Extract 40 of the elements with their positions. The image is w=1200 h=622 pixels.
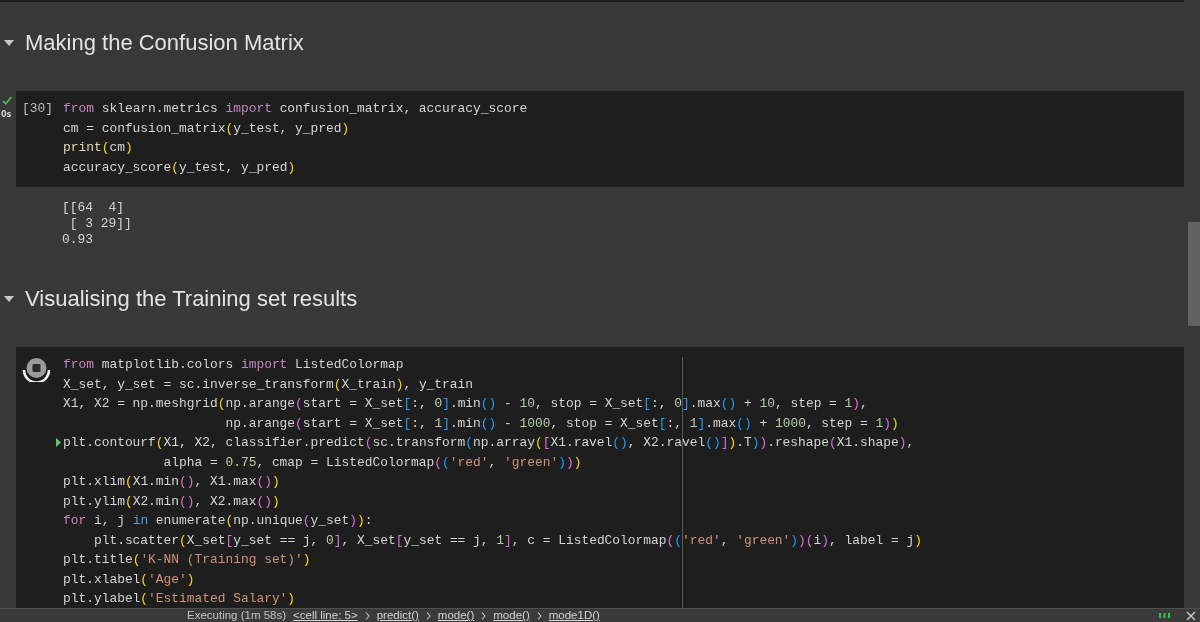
call-stack-link[interactable]: mode() xyxy=(437,609,475,622)
code-line: plt.ylabel('Estimated Salary') xyxy=(63,590,296,608)
call-stack-link[interactable]: mode1D() xyxy=(548,609,600,622)
caret-icon[interactable] xyxy=(4,40,14,46)
execution-time: 0s xyxy=(1,110,12,119)
call-stack-link[interactable]: mode() xyxy=(493,609,530,622)
status-text: Executing (1m 58s) xyxy=(187,609,287,622)
code-line: plt.title('K-NN (Training set)') xyxy=(63,551,311,569)
chevron-icon xyxy=(481,611,487,620)
code-line: X_set, y_set = sc.inverse_transform(X_train), y_train xyxy=(63,375,474,394)
chevron-icon xyxy=(364,611,370,620)
code-line: accuracy_score(y_test, y_pred) xyxy=(63,158,296,177)
call-stack-link[interactable]: predict() xyxy=(376,609,419,622)
code-line: alpha = 0.75, cmap = ListedColormap(('red', 'green'))) xyxy=(162,453,582,472)
section-heading: Visualising the Training set results xyxy=(25,285,358,313)
code-line: from matplotlib.colors import ListedColormap xyxy=(63,356,404,374)
code-line: X1, X2 = np.meshgrid(np.arange(start = X_set[:, 0].min() - 10, stop = X_set[:, 0].max() + 10, step = 1), xyxy=(63,395,868,413)
output-line: [[64 4] xyxy=(62,200,124,216)
code-line: plt.scatter(X_set[y_set == j, 0], X_set[y_set == j, 1], c = ListedColormap(('red', 'green'))(i), label = j) xyxy=(92,531,922,550)
execution-count: [30] xyxy=(22,100,53,118)
code-line: cm = confusion_matrix(y_test, y_pred) xyxy=(63,119,350,138)
chevron-icon xyxy=(425,611,431,620)
stop-icon[interactable] xyxy=(22,356,51,382)
code-line: print(cm) xyxy=(63,139,133,157)
call-stack-link[interactable]: <cell line: 5> xyxy=(293,609,358,622)
code-line: from sklearn.metrics import confusion_matrix, accuracy_score xyxy=(63,100,528,118)
scrollbar-thumb[interactable] xyxy=(1188,222,1200,326)
code-line: np.arange(start = X_set[:, 1].min() - 1000, stop = X_set[:, 1].max() + 1000, step = 1)) xyxy=(224,414,899,433)
progress-dots-icon xyxy=(1159,613,1170,618)
code-line: plt.xlim(X1.min(), X1.max()) xyxy=(63,473,280,491)
close-icon[interactable] xyxy=(1186,610,1196,621)
code-line: plt.contourf(X1, X2, classifier.predict(sc.transform(np.array([X1.ravel(), X2.ravel()]).T)).reshape(X1.shape), xyxy=(63,434,915,452)
output-line: [ 3 29]] xyxy=(68,216,132,232)
code-line: for i, j in enumerate(np.unique(y_set)): xyxy=(63,512,373,530)
code-line: plt.xlabel('Age') xyxy=(63,570,195,589)
code-line: plt.ylim(X2.min(), X2.max()) xyxy=(63,492,280,511)
section-heading: Making the Confusion Matrix xyxy=(25,29,304,57)
chevron-icon xyxy=(536,611,542,620)
caret-icon[interactable] xyxy=(4,296,14,302)
output-line: 0.93 xyxy=(62,232,93,248)
